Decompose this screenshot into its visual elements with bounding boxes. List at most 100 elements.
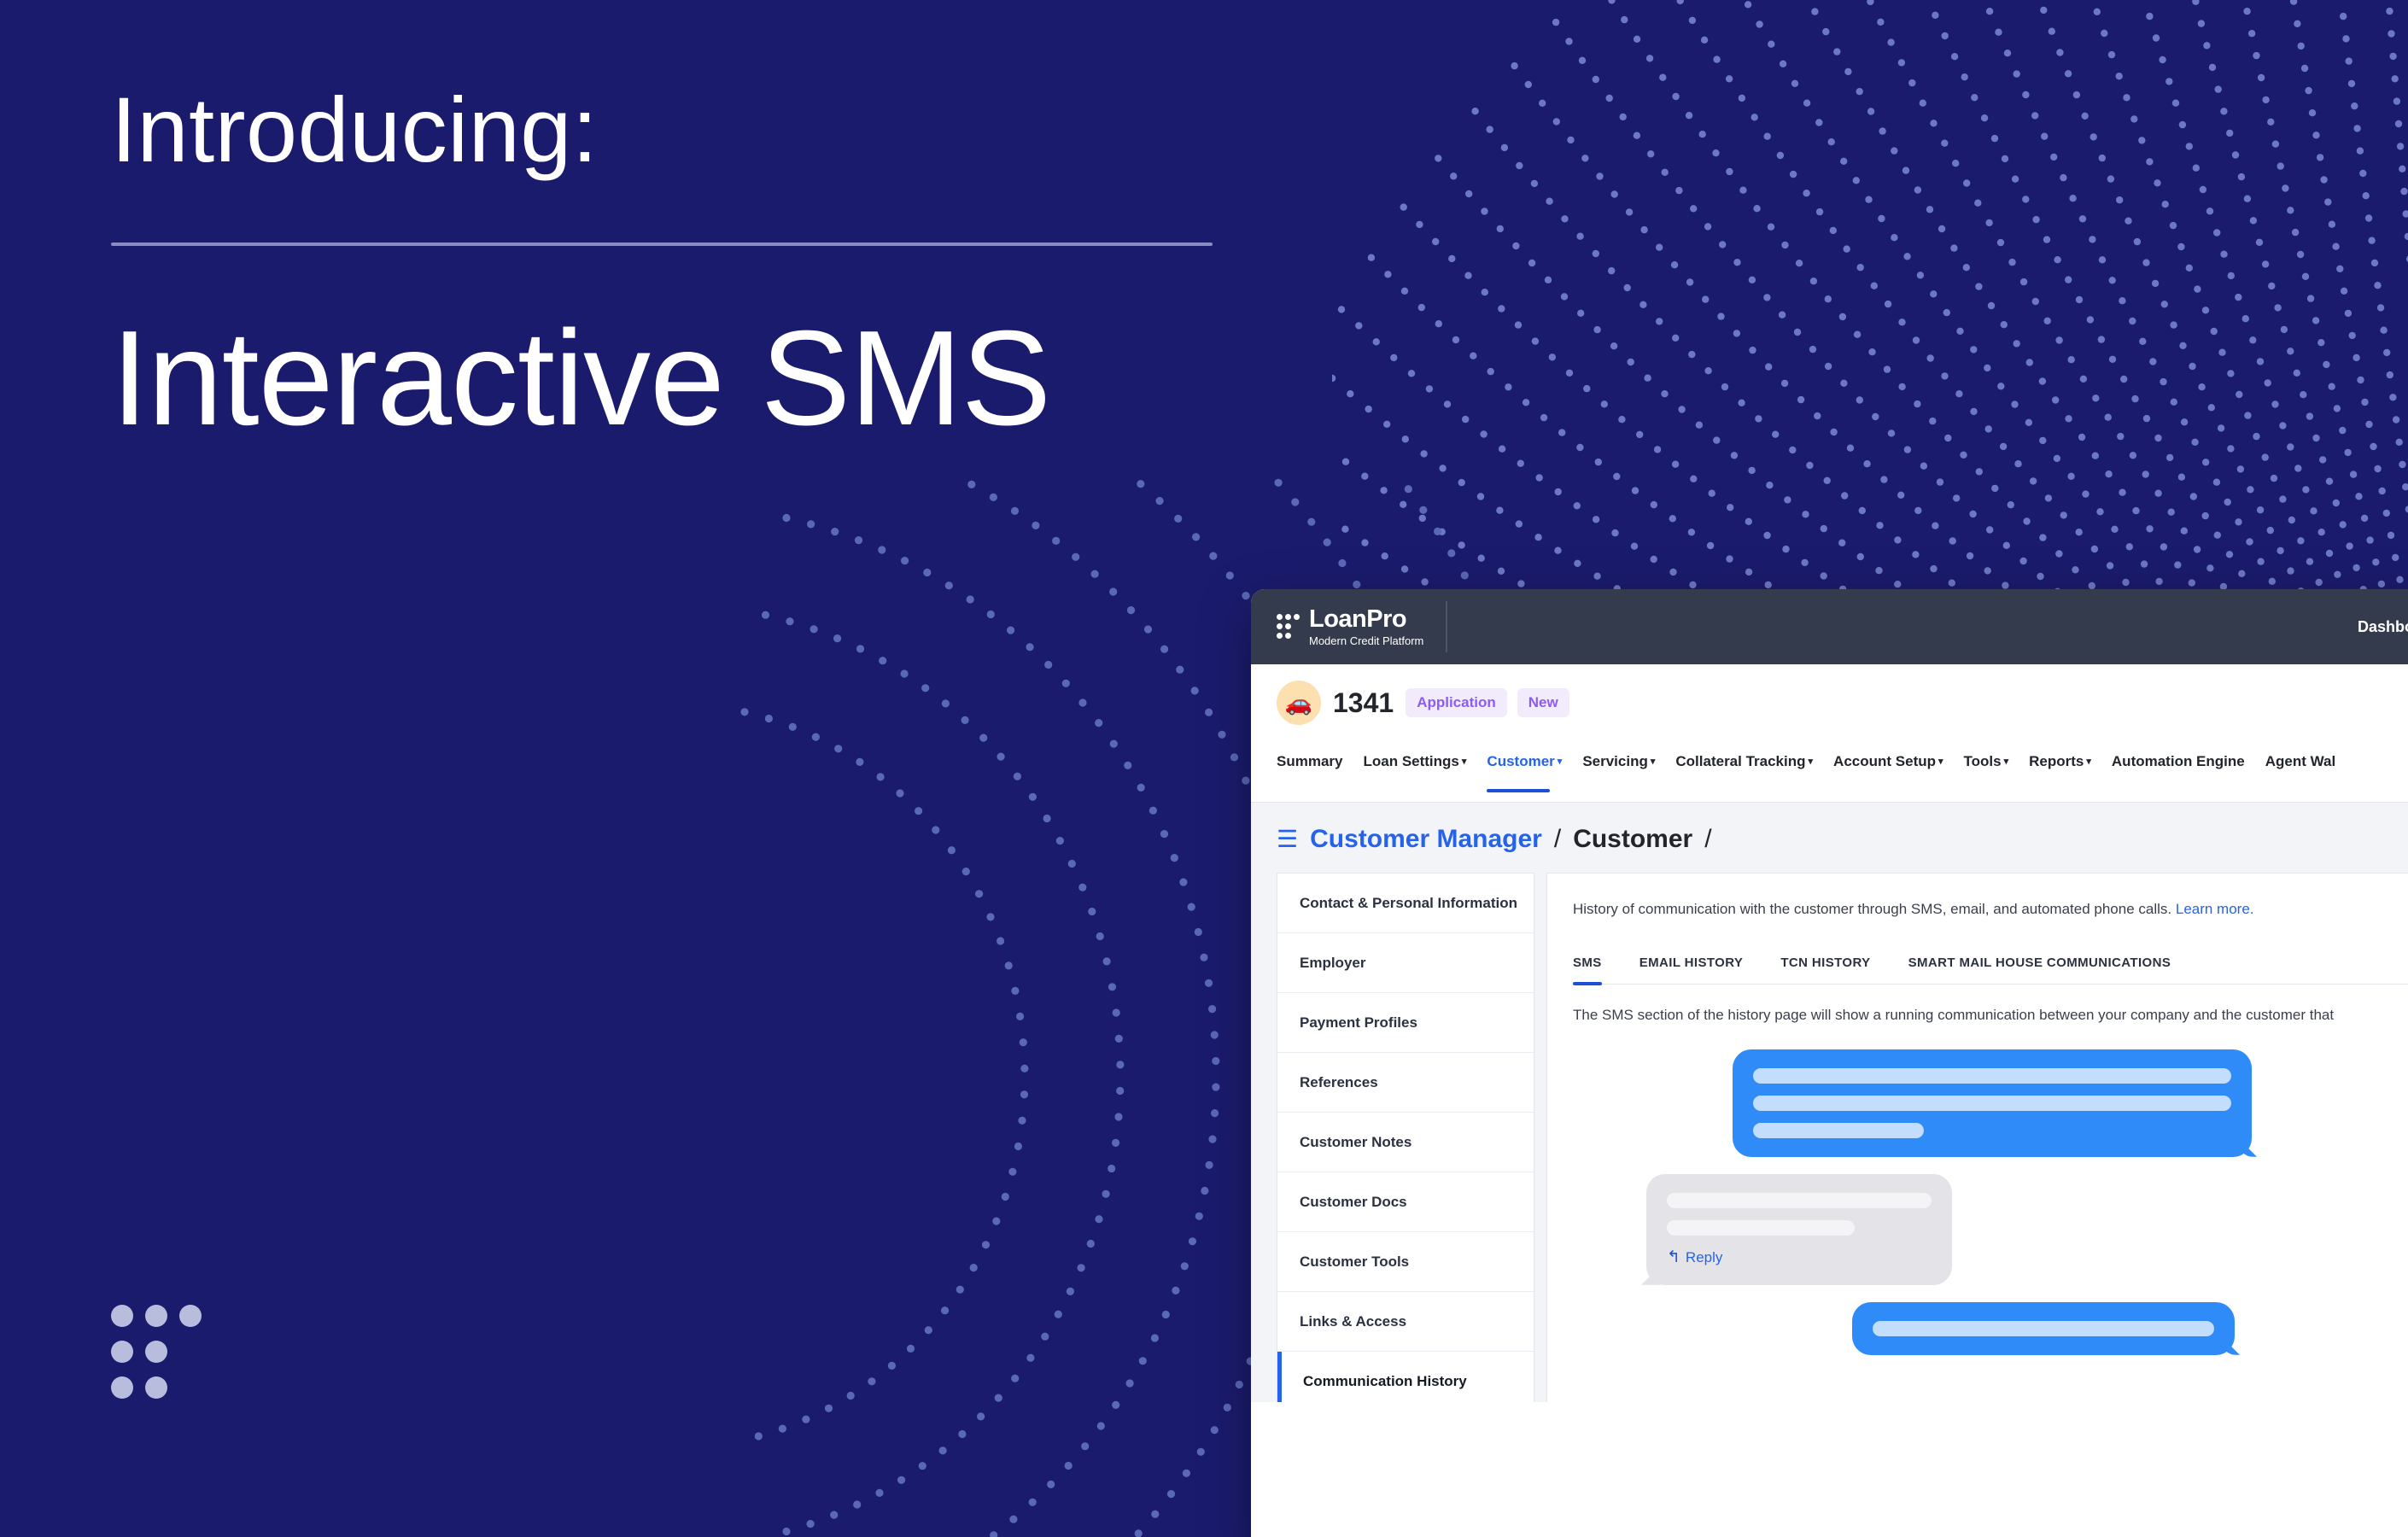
reply-label: Reply <box>1685 1248 1723 1265</box>
breadcrumb: ☰ Customer Manager / Customer / <box>1251 803 2408 873</box>
message-text-line <box>1667 1219 1855 1236</box>
nav-item-label: Account Setup <box>1833 753 1936 769</box>
loanpro-dot-grid-icon <box>1277 614 1300 640</box>
nav-item-servicing[interactable]: Servicing ▾ <box>1582 753 1655 792</box>
nav-item-label: Reports <box>2029 753 2084 769</box>
brand-dot <box>111 1305 133 1327</box>
message-text-line <box>1667 1192 1932 1208</box>
chevron-down-icon: ▾ <box>1808 757 1814 767</box>
message-row: ↰ Reply <box>1573 1173 2408 1285</box>
nav-item-label: Servicing <box>1582 753 1648 769</box>
sidebar-item-label: Employer <box>1300 954 1366 971</box>
reply-action[interactable]: ↰ Reply <box>1667 1249 1932 1266</box>
outgoing-message-bubble <box>1852 1301 2235 1355</box>
chevron-down-icon: ▾ <box>1557 757 1563 767</box>
reply-arrow-icon: ↰ <box>1667 1248 1680 1267</box>
sidebar-item-customer-notes[interactable]: Customer Notes <box>1277 1113 1534 1172</box>
sidebar-item-customer-docs[interactable]: Customer Docs <box>1277 1172 1534 1232</box>
brand-dot <box>1285 633 1291 639</box>
tab-smart-mail-house-communications[interactable]: SMART MAIL HOUSE COMMUNICATIONS <box>1908 956 2171 984</box>
sidebar-item-references[interactable]: References <box>1277 1053 1534 1113</box>
brand-name: LoanPro <box>1309 605 1407 634</box>
breadcrumb-link-customer-manager[interactable]: Customer Manager <box>1310 825 1542 854</box>
communication-history-panel: History of communication with the custom… <box>1546 873 2408 1402</box>
nav-item-collateral-tracking[interactable]: Collateral Tracking ▾ <box>1675 753 1813 792</box>
message-row <box>1573 1049 2408 1157</box>
nav-item-agent-wal[interactable]: Agent Wal <box>2265 753 2335 792</box>
hamburger-icon[interactable]: ☰ <box>1277 827 1298 851</box>
nav-item-reports[interactable]: Reports ▾ <box>2029 753 2091 792</box>
chevron-down-icon: ▾ <box>2086 757 2091 767</box>
sidebar-item-label: Contact & Personal Information <box>1300 894 1518 911</box>
message-text-line <box>1753 1122 1924 1138</box>
panel-note: The SMS section of the history page will… <box>1573 1006 2335 1023</box>
sidebar-item-label: Communication History <box>1303 1373 1467 1389</box>
sidebar-item-label: Customer Docs <box>1300 1193 1407 1210</box>
app-brand[interactable]: LoanPro Modern Credit Platform <box>1277 601 1448 652</box>
chevron-down-icon: ▾ <box>2003 757 2009 767</box>
app-body: Contact & Personal Information Employer Pa… <box>1251 873 2408 1402</box>
nav-item-label: Tools <box>1963 753 2002 769</box>
customer-sidebar: Contact & Personal Information Employer Pa… <box>1277 873 1534 1402</box>
breadcrumb-current-customer: Customer <box>1573 825 1693 853</box>
message-text-line <box>1753 1095 2231 1111</box>
sidebar-item-links-access[interactable]: Links & Access <box>1277 1292 1534 1352</box>
sidebar-item-customer-tools[interactable]: Customer Tools <box>1277 1232 1534 1292</box>
sidebar-item-label: Payment Profiles <box>1300 1014 1417 1031</box>
main-nav: Summary Loan Settings ▾ Customer ▾ Servicing ▾… <box>1251 741 2408 803</box>
brand-tagline: Modern Credit Platform <box>1309 634 1424 647</box>
nav-item-automation-engine[interactable]: Automation Engine <box>2112 753 2245 792</box>
hero-title: Interactive SMS <box>111 303 1051 453</box>
status-badge: New <box>1517 688 1569 717</box>
nav-item-label: Agent Wal <box>2265 753 2336 769</box>
message-text-line <box>1873 1320 2214 1336</box>
loanpro-dots-icon <box>111 1305 213 1399</box>
brand-dot <box>111 1341 133 1363</box>
nav-item-customer[interactable]: Customer ▾ <box>1487 753 1562 792</box>
poster-canvas: Introducing: Interactive SMS LoanPro Mod… <box>0 0 2408 1537</box>
hero-eyebrow: Introducing: <box>111 78 599 181</box>
nav-item-label: Collateral Tracking <box>1675 753 1806 769</box>
nav-item-account-setup[interactable]: Account Setup ▾ <box>1833 753 1943 792</box>
incoming-message-bubble: ↰ Reply <box>1646 1173 1952 1285</box>
brand-dot <box>145 1305 167 1327</box>
sidebar-item-payment-profiles[interactable]: Payment Profiles <box>1277 993 1534 1053</box>
tab-email-history[interactable]: EMAIL HISTORY <box>1639 956 1744 984</box>
outgoing-message-bubble <box>1733 1049 2252 1157</box>
tab-sms[interactable]: SMS <box>1573 956 1602 985</box>
account-header: 🚗 1341 Application New <box>1251 664 2408 741</box>
sidebar-item-label: Customer Notes <box>1300 1133 1412 1150</box>
learn-more-link[interactable]: Learn more. <box>2176 901 2254 917</box>
chevron-down-icon: ▾ <box>1650 757 1656 767</box>
account-badges: Application New <box>1406 688 1569 717</box>
sms-thread: ↰ Reply <box>1573 1049 2408 1355</box>
brand-dot <box>1285 623 1291 629</box>
nav-item-label: Loan Settings <box>1363 753 1459 769</box>
brand-dot <box>145 1341 167 1363</box>
app-topbar: LoanPro Modern Credit Platform Dashbo <box>1251 589 2408 664</box>
brand-dot <box>179 1305 202 1327</box>
nav-item-loan-settings[interactable]: Loan Settings ▾ <box>1363 753 1466 792</box>
sidebar-item-contact-personal-information[interactable]: Contact & Personal Information <box>1277 874 1534 933</box>
tab-tcn-history[interactable]: TCN HISTORY <box>1780 956 1870 984</box>
nav-item-summary[interactable]: Summary <box>1277 753 1342 792</box>
hero-text-block: Introducing: Interactive SMS <box>111 84 1306 446</box>
breadcrumb-separator-1: / <box>1553 825 1562 853</box>
brand-dot <box>1277 614 1283 620</box>
panel-description-text: History of communication with the custom… <box>1573 901 2172 917</box>
panel-description: History of communication with the custom… <box>1573 899 2408 920</box>
topbar-dashboard-link[interactable]: Dashbo <box>2358 618 2408 636</box>
car-icon: 🚗 <box>1277 681 1321 725</box>
chevron-down-icon: ▾ <box>1461 757 1467 767</box>
panel-tabs: SMS EMAIL HISTORY TCN HISTORY SMART MAIL HO… <box>1573 956 2408 985</box>
nav-item-tools[interactable]: Tools ▾ <box>1964 753 2009 792</box>
sidebar-item-communication-history[interactable]: Communication History <box>1277 1352 1534 1402</box>
message-text-line <box>1753 1067 2231 1084</box>
sidebar-item-label: Links & Access <box>1300 1312 1407 1330</box>
message-row <box>1573 1301 2408 1355</box>
sidebar-item-label: References <box>1300 1073 1378 1090</box>
sidebar-item-label: Customer Tools <box>1300 1253 1410 1270</box>
chevron-down-icon: ▾ <box>1938 757 1943 767</box>
sidebar-item-employer[interactable]: Employer <box>1277 933 1534 993</box>
app-window: LoanPro Modern Credit Platform Dashbo 🚗 … <box>1251 589 2408 1537</box>
